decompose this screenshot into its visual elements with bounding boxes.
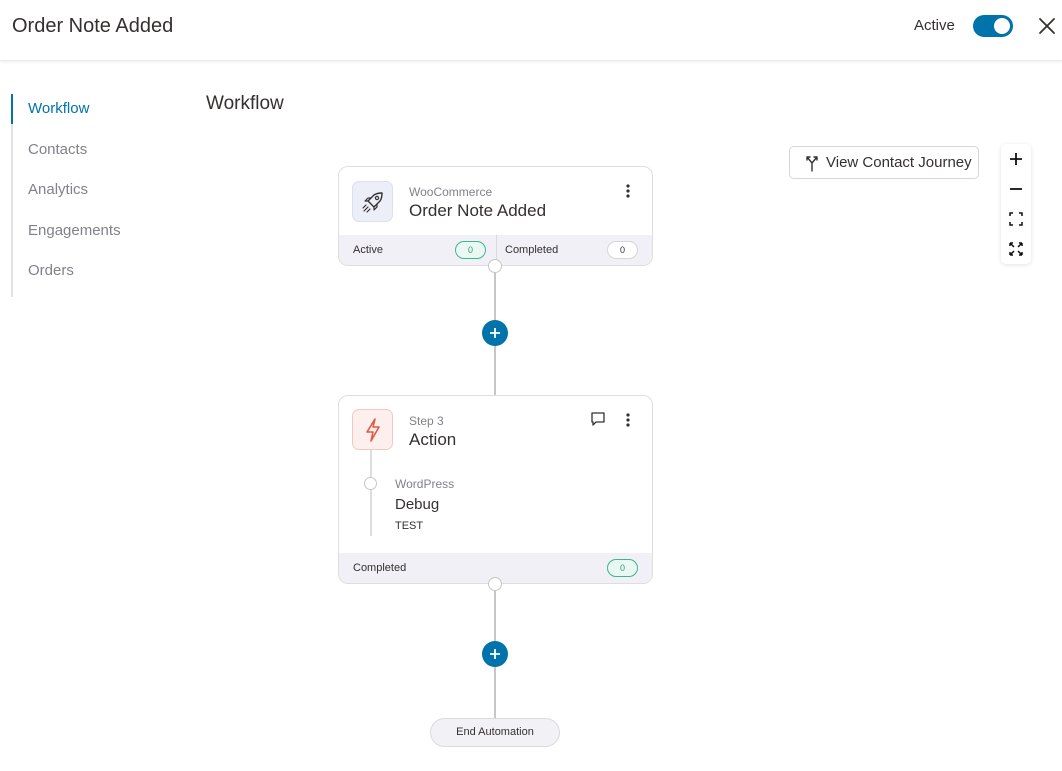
- end-automation[interactable]: End Automation: [430, 718, 560, 747]
- trigger-title: Order Note Added: [409, 201, 547, 220]
- add-step-button[interactable]: [482, 320, 508, 346]
- action-name: Debug: [395, 496, 440, 513]
- sidebar-item-workflow[interactable]: Workflow: [11, 94, 181, 135]
- journey-button-label: View Contact Journey: [826, 154, 972, 171]
- active-label: Active: [914, 17, 955, 34]
- page-title: Order Note Added: [12, 15, 174, 37]
- completed-count-badge: 0: [607, 241, 638, 259]
- connector-node: [488, 577, 502, 591]
- sidebar-item-engagements[interactable]: Engagements: [13, 216, 181, 257]
- active-toggle[interactable]: [973, 15, 1013, 37]
- more-vert-icon[interactable]: [621, 180, 635, 202]
- sidebar-item-analytics[interactable]: Analytics: [13, 175, 181, 216]
- plus-icon: [490, 649, 500, 659]
- trigger-card[interactable]: WooCommerce Order Note Added Active 0 Co…: [338, 166, 653, 266]
- add-step-button[interactable]: [482, 641, 508, 667]
- more-vert-icon[interactable]: [621, 409, 635, 431]
- action-title: Action: [409, 430, 457, 449]
- fullscreen-icon[interactable]: [1001, 234, 1031, 264]
- lightning-icon: [352, 409, 393, 450]
- sidebar-nav: Workflow Contacts Analytics Engagements …: [11, 94, 181, 297]
- completed-count-badge: 0: [607, 559, 638, 577]
- step-number: Step 3: [409, 414, 444, 428]
- action-detail: TEST: [395, 520, 424, 532]
- sidebar-item-contacts[interactable]: Contacts: [13, 135, 181, 176]
- minus-icon[interactable]: [1001, 174, 1031, 204]
- sub-action-dot: [364, 477, 377, 490]
- plus-icon[interactable]: [1001, 144, 1031, 174]
- zoom-controls: [1001, 144, 1031, 264]
- fit-screen-icon[interactable]: [1001, 204, 1031, 234]
- toggle-knob: [994, 18, 1010, 34]
- active-count-badge: 0: [455, 241, 486, 259]
- top-bar: Order Note Added Active: [0, 0, 1062, 61]
- comment-icon[interactable]: [590, 411, 606, 427]
- close-icon[interactable]: [1036, 15, 1058, 37]
- journey-branch-icon: [806, 155, 818, 172]
- action-card[interactable]: Step 3 Action WordPress Debug TEST Compl…: [338, 395, 653, 584]
- sidebar-item-orders[interactable]: Orders: [13, 256, 181, 297]
- rocket-icon: [352, 181, 393, 222]
- trigger-source: WooCommerce: [409, 185, 493, 199]
- sub-action-line: [370, 450, 372, 536]
- integration-name: WordPress: [395, 477, 455, 491]
- view-contact-journey-button[interactable]: View Contact Journey: [789, 146, 979, 179]
- plus-icon: [490, 328, 500, 338]
- connector-node: [488, 259, 502, 273]
- section-title: Workflow: [206, 93, 284, 114]
- completed-stat-label: Completed: [353, 562, 407, 574]
- active-stat-label: Active: [353, 244, 383, 256]
- completed-stat-label: Completed: [505, 244, 559, 256]
